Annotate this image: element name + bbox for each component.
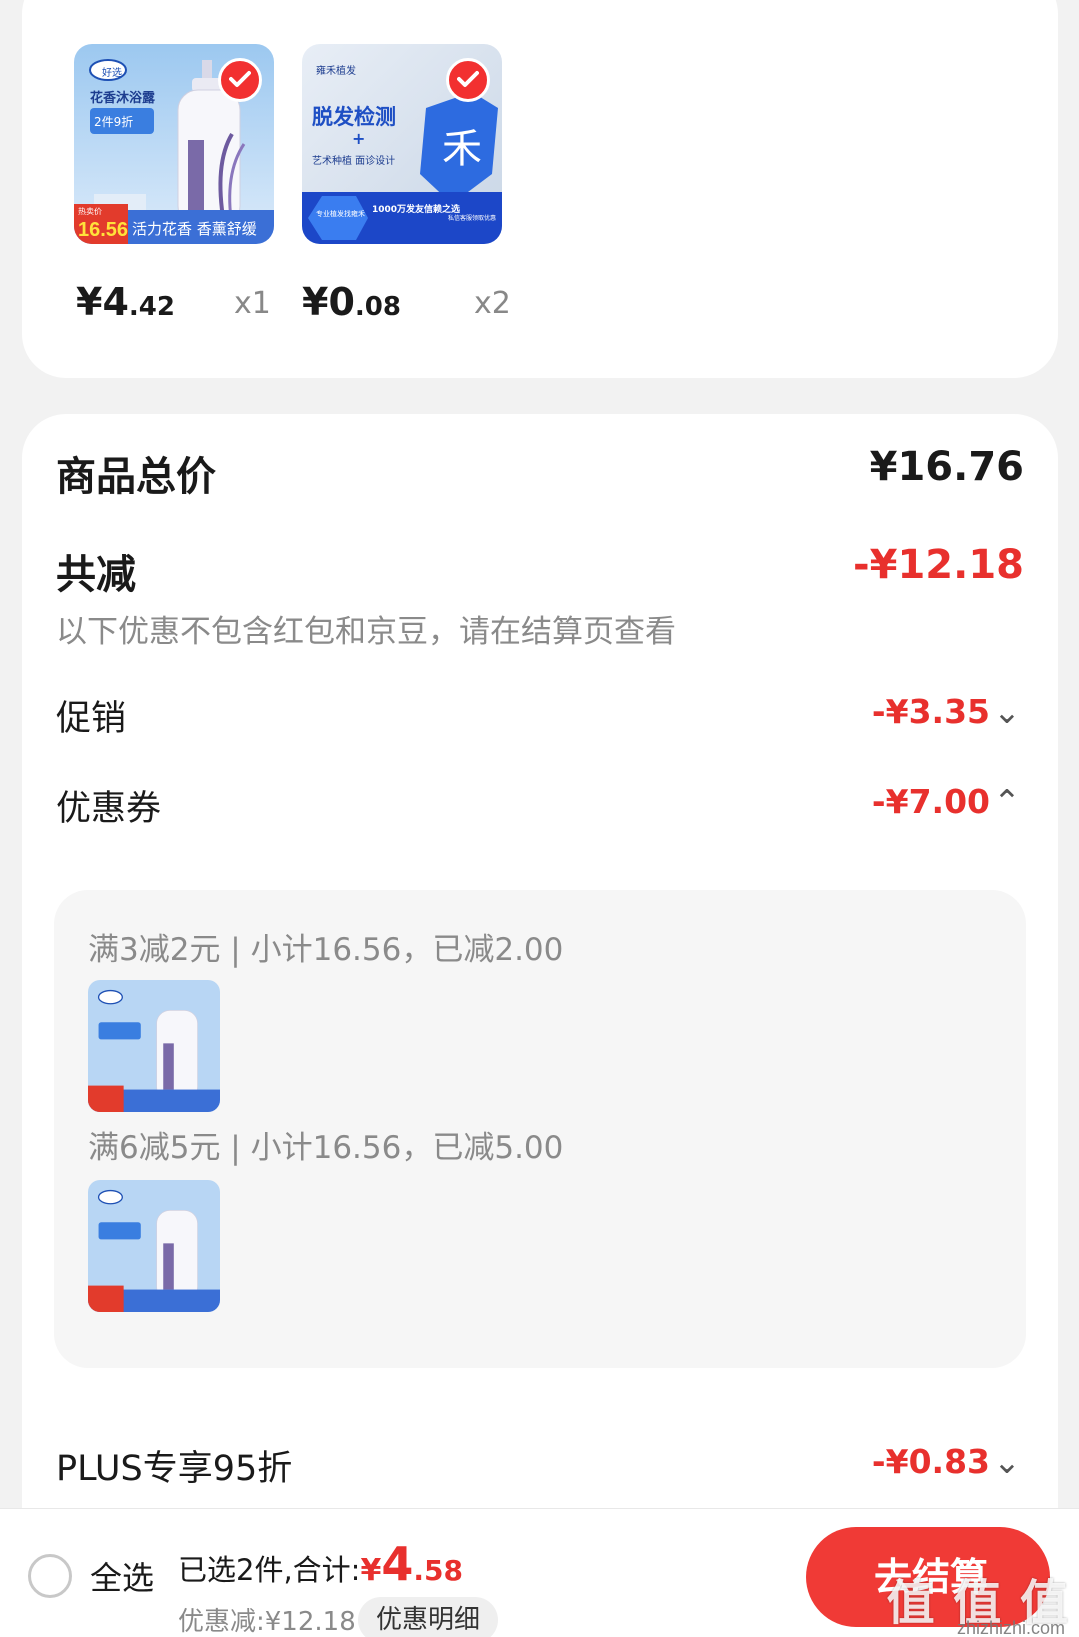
selected-summary: 已选2件,合计:¥4.58: [178, 1537, 463, 1591]
brand-text: 好选: [102, 66, 122, 79]
check-icon[interactable]: [218, 58, 262, 102]
price-integer: ¥4: [76, 280, 129, 324]
plus-text: +: [352, 129, 365, 148]
checkout-bar: 全选 已选2件,合计:¥4.58 优惠减:¥12.18 优惠明细 去结算 值 值…: [0, 1508, 1079, 1637]
product-title-text: 花香沐浴露: [90, 90, 156, 106]
selected-count-text: 已选2件,合计:: [178, 1553, 361, 1587]
total-integer: 4: [381, 1537, 414, 1591]
badge-left-text: 专业植发找雍禾: [316, 209, 365, 218]
total-price-value: ¥16.76: [869, 444, 1024, 490]
shield-char: 禾: [442, 126, 482, 172]
price-decimal: .08: [354, 292, 401, 322]
coupon-label: 优惠券: [56, 789, 162, 829]
brand-text: 雍禾植发: [316, 64, 356, 77]
check-icon[interactable]: [446, 58, 490, 102]
total-decimal: .58: [413, 1554, 463, 1587]
banner-text: 活力花香 香薰舒缓: [132, 220, 257, 238]
coupon-product-thumb[interactable]: [88, 980, 220, 1112]
promotion-label: 促销: [56, 699, 127, 739]
discount-detail-button[interactable]: 优惠明细: [358, 1597, 498, 1637]
badge-mid-text: 1000万发友信赖之选: [372, 203, 460, 215]
selected-products-card: 热卖价 16.56 活力花香 香薰舒缓 花香沐浴露 2件9折 好选 ¥4.42 …: [22, 0, 1058, 378]
total-reduce-value: -¥12.18: [853, 542, 1024, 588]
hot-price-text: 16.56: [78, 219, 128, 241]
product-title-text: 脱发检测: [312, 105, 396, 129]
coupon-value: -¥7.00: [871, 782, 990, 821]
plus-discount-value: -¥0.83: [871, 1442, 990, 1481]
coupon-line: 满3减2元 | 小计16.56，已减2.00: [88, 932, 564, 968]
item-quantity: x1: [234, 286, 271, 321]
coupon-line: 满6减5元 | 小计16.56，已减5.00: [88, 1130, 564, 1166]
promotion-value: -¥3.35: [871, 692, 990, 731]
coupon-product-thumb[interactable]: [88, 1180, 220, 1312]
total-price-label: 商品总价: [56, 454, 216, 500]
price-integer: ¥0: [302, 280, 355, 324]
plus-discount-value-wrap[interactable]: -¥0.83⌄: [872, 1442, 1024, 1481]
price-decimal: .42: [128, 292, 175, 322]
reduce-note: 以下优惠不包含红包和京豆，请在结算页查看: [56, 614, 676, 650]
badge-right-text: 私信客服领取优惠: [448, 214, 496, 222]
chevron-down-icon[interactable]: ⌄: [990, 692, 1024, 731]
promo-text: 2件9折: [94, 114, 133, 129]
total-reduce-label: 共减: [56, 552, 136, 598]
coupon-value-wrap[interactable]: -¥7.00⌃: [872, 782, 1024, 821]
watermark-url: zhizhizhi.com: [956, 1618, 1065, 1637]
plus-discount-label: PLUS专享95折: [56, 1449, 293, 1489]
coupon-detail-panel: 满3减2元 | 小计16.56，已减2.00 满6减5元 | 小计16.56，已…: [54, 890, 1026, 1368]
item-price: ¥4.42: [76, 280, 175, 324]
item-quantity: x2: [474, 286, 511, 321]
promotion-value-wrap[interactable]: -¥3.35⌄: [872, 692, 1024, 731]
product-image-hair-service[interactable]: 禾 雍禾植发 脱发检测 + 艺术种植 面诊设计 专业植发找雍禾 1000万发友信…: [302, 44, 502, 244]
chevron-down-icon[interactable]: ⌄: [990, 1442, 1024, 1481]
product-image-shower-gel[interactable]: 热卖价 16.56 活力花香 香薰舒缓 花香沐浴露 2件9折 好选: [74, 44, 274, 244]
hot-label-text: 热卖价: [78, 206, 102, 216]
chevron-up-icon[interactable]: ⌃: [990, 782, 1024, 821]
item-price: ¥0.08: [302, 280, 401, 324]
subtitle-text: 艺术种植 面诊设计: [312, 154, 395, 167]
price-breakdown-card: 商品总价 ¥16.76 共减 -¥12.18 以下优惠不包含红包和京豆，请在结算…: [22, 414, 1058, 1637]
select-all-label[interactable]: 全选: [90, 1553, 154, 1599]
select-all-radio-icon[interactable]: [28, 1554, 72, 1598]
total-symbol: ¥: [360, 1553, 382, 1588]
discount-text: 优惠减:¥12.18: [178, 1607, 356, 1637]
